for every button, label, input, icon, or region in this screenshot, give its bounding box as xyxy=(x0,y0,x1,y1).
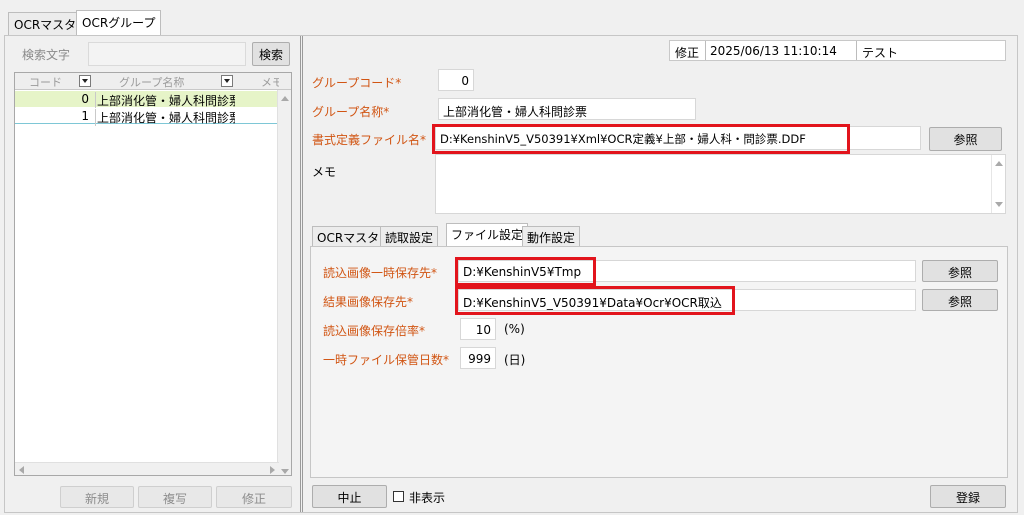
new-button[interactable]: 新規 xyxy=(60,486,134,508)
grid-header: コード グループ名称 メモ xyxy=(15,73,291,90)
header-code: コード xyxy=(29,76,62,89)
header-memo: メモ xyxy=(261,76,279,89)
copy-button[interactable]: 複写 xyxy=(138,486,212,508)
memo-scrollbar[interactable] xyxy=(991,155,1005,213)
search-button[interactable]: 検索 xyxy=(252,42,290,66)
temp-dir-label: 読込画像一時保存先* xyxy=(323,266,438,280)
updated-user: テスト xyxy=(862,46,899,60)
row-name: 上部消化管・婦人科問診票 xyxy=(95,109,235,126)
search-input[interactable] xyxy=(88,42,246,66)
result-dir-highlight xyxy=(455,286,735,315)
save-ratio-label: 読込画像保存倍率* xyxy=(323,324,426,338)
group-code-label: グループコード* xyxy=(312,76,402,90)
format-file-browse-button[interactable]: 参照 xyxy=(929,127,1002,151)
record-info-bar: 修正 2025/06/13 11:10:14 テスト xyxy=(669,40,1006,61)
grid-horizontal-scrollbar[interactable] xyxy=(15,462,279,475)
memo-textarea[interactable] xyxy=(435,154,1006,214)
retention-days-label: 一時ファイル保管日数* xyxy=(323,353,450,367)
name-filter-dropdown-icon[interactable] xyxy=(221,75,233,87)
memo-scroll-up-icon[interactable] xyxy=(995,161,1003,166)
format-file-label: 書式定義ファイル名* xyxy=(312,133,427,147)
header-group-name: グループ名称 xyxy=(119,76,185,89)
format-file-highlight xyxy=(432,124,850,154)
row-code: 1 xyxy=(81,109,89,123)
scroll-right-icon[interactable] xyxy=(270,466,275,474)
row-code: 0 xyxy=(81,92,89,106)
scroll-down-icon[interactable] xyxy=(281,469,289,474)
cancel-button[interactable]: 中止 xyxy=(312,485,387,508)
group-grid: コード グループ名称 メモ 0 上部消化管・婦人科問診票 1 上部消化管・婦人科… xyxy=(14,72,292,476)
memo-label: メモ xyxy=(312,165,337,179)
panel-splitter[interactable] xyxy=(300,36,303,512)
tab-ocr-master[interactable]: OCRマスタ xyxy=(8,12,83,35)
subtab-file-settings[interactable]: ファイル設定 xyxy=(446,223,529,247)
row-name: 上部消化管・婦人科問診票 xyxy=(95,92,235,109)
subtab-read-settings[interactable]: 読取設定 xyxy=(380,226,439,246)
group-name-input[interactable]: 上部消化管・婦人科問診票 xyxy=(438,98,696,120)
register-button[interactable]: 登録 xyxy=(930,485,1006,508)
retention-days-unit: (日) xyxy=(504,353,526,367)
temp-dir-highlight xyxy=(455,257,596,286)
table-row[interactable]: 0 上部消化管・婦人科問診票 xyxy=(15,91,278,109)
retention-days-input[interactable]: 999 xyxy=(460,347,496,369)
result-dir-browse-button[interactable]: 参照 xyxy=(922,289,998,311)
edit-button[interactable]: 修正 xyxy=(216,486,292,508)
code-filter-dropdown-icon[interactable] xyxy=(79,75,91,87)
result-dir-label: 結果画像保存先* xyxy=(323,295,414,309)
hide-checkbox-label: 非表示 xyxy=(409,491,446,505)
save-ratio-input[interactable]: 10 xyxy=(460,318,496,340)
subtab-action-settings[interactable]: 動作設定 xyxy=(522,226,581,246)
hide-checkbox[interactable] xyxy=(393,491,404,502)
temp-dir-browse-button[interactable]: 参照 xyxy=(922,260,998,282)
table-row[interactable]: 1 上部消化管・婦人科問診票 xyxy=(15,108,278,126)
scroll-left-icon[interactable] xyxy=(19,466,24,474)
grid-vertical-scrollbar[interactable] xyxy=(277,90,291,475)
tab-ocr-group[interactable]: OCRグループ xyxy=(76,10,162,36)
edit-status: 修正 xyxy=(675,46,700,60)
group-code-input[interactable]: 0 xyxy=(438,69,474,91)
search-label: 検索文字 xyxy=(22,48,71,62)
scroll-up-icon[interactable] xyxy=(281,96,289,101)
updated-datetime: 2025/06/13 11:10:14 xyxy=(710,44,837,58)
save-ratio-unit: (%) xyxy=(504,322,525,336)
group-name-label: グループ名称* xyxy=(312,105,390,119)
subtab-ocr-master[interactable]: OCRマスタ xyxy=(312,226,385,246)
memo-scroll-down-icon[interactable] xyxy=(995,202,1003,207)
